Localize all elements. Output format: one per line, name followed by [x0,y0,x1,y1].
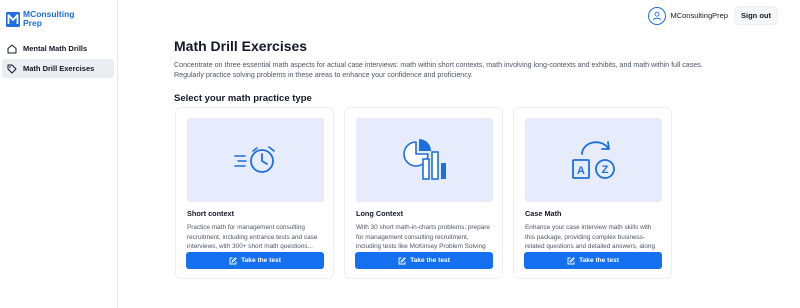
edit-icon [229,256,237,264]
card-description: With 30 short math-in-charts problems, p… [356,224,490,251]
sidebar-item-mental-math-drills[interactable]: Mental Math Drills [2,39,114,58]
tag-icon [7,64,17,74]
page-title: Math Drill Exercises [174,38,308,54]
section-title: Select your math practice type [174,93,312,104]
button-label: Take the test [410,257,450,264]
avatar[interactable] [648,6,667,25]
take-the-test-button[interactable]: Take the test [186,252,324,269]
svg-text:A: A [577,165,585,177]
sidebar-item-label: Mental Math Drills [23,44,88,53]
sign-out-button[interactable]: Sign out [734,6,778,25]
pie-bar-chart-icon [402,139,446,180]
practice-card-case-math[interactable]: A Z Case Math Enhance your case intervie… [513,107,672,279]
card-description: Practice math for management consulting … [187,224,318,251]
card-title: Short context [187,209,235,218]
card-title: Long Context [356,209,404,218]
card-illustration [356,118,493,202]
edit-icon [398,256,406,264]
button-label: Take the test [579,257,619,264]
fast-timer-icon [233,146,275,173]
card-title: Case Math [525,209,562,218]
sidebar-nav: Mental Math Drills Math Drill Exercises [2,39,114,79]
a-to-z-cycle-icon: A Z [571,141,615,179]
brand-logo[interactable]: MConsulting Prep [6,10,74,27]
main-content: Math Drill Exercises Concentrate on thre… [174,38,734,104]
page-description: Concentrate on three essential math aspe… [174,61,703,79]
sidebar: MConsulting Prep Mental Math Drills Math… [0,0,118,308]
edit-icon [567,256,575,264]
practice-card-short-context[interactable]: Short context Practice math for manageme… [175,107,334,279]
sidebar-item-math-drill-exercises[interactable]: Math Drill Exercises [2,59,114,78]
user-icon [653,11,662,20]
svg-text:Z: Z [601,164,608,176]
home-icon [7,44,17,54]
button-label: Take the test [241,257,281,264]
header-user-area: MConsultingPrep Sign out [648,6,778,25]
sidebar-item-label: Math Drill Exercises [23,64,95,73]
card-illustration: A Z [525,118,662,202]
take-the-test-button[interactable]: Take the test [355,252,493,269]
brand-name: MConsulting Prep [23,10,74,27]
card-description: Enhance your case interview math skills … [525,224,656,251]
brand-name-line2: Prep [23,17,42,28]
card-illustration [187,118,324,202]
brand-m-icon [6,12,20,27]
practice-card-long-context[interactable]: Long Context With 30 short math-in-chart… [344,107,503,279]
take-the-test-button[interactable]: Take the test [524,252,662,269]
user-name: MConsultingPrep [670,11,728,20]
practice-type-cards: Short context Practice math for manageme… [175,107,672,279]
